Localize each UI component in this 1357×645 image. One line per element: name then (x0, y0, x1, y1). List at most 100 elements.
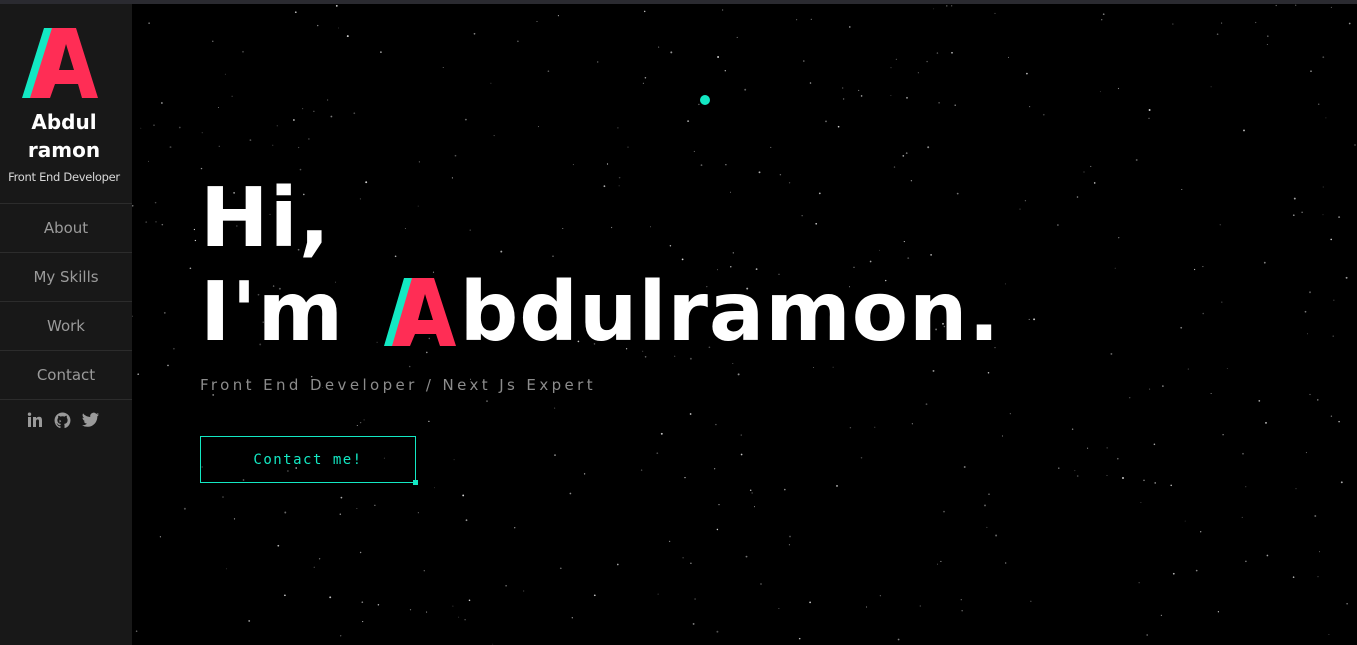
contact-me-button[interactable]: Contact me! (200, 436, 418, 485)
nav-item-my-skills[interactable]: My Skills (0, 252, 132, 301)
star (486, 400, 488, 402)
star (426, 611, 428, 613)
star (627, 146, 629, 148)
star (362, 621, 364, 623)
star (858, 89, 860, 91)
hero-tagline: Front End Developer / Next Js Expert (200, 376, 596, 394)
star (860, 457, 863, 459)
star (668, 540, 671, 543)
star (1314, 515, 1317, 517)
logo[interactable] (18, 24, 102, 100)
star (1317, 103, 1320, 105)
star (717, 56, 720, 58)
star (687, 120, 690, 123)
star (1122, 477, 1124, 479)
star (1330, 415, 1333, 417)
brand-name: Abdul ramon (27, 110, 101, 162)
star (1275, 4, 1277, 7)
star (660, 432, 663, 435)
star (866, 606, 868, 608)
star (658, 46, 660, 48)
star (984, 504, 986, 507)
star (1202, 266, 1204, 268)
star (905, 152, 908, 154)
star (1005, 562, 1007, 564)
star (770, 146, 772, 148)
star (832, 366, 834, 368)
star (893, 166, 896, 168)
star (353, 112, 356, 115)
star (224, 73, 226, 75)
star (836, 484, 838, 487)
star (318, 558, 321, 560)
star (1333, 299, 1335, 301)
star (745, 555, 748, 558)
star (803, 60, 805, 62)
star (462, 494, 465, 497)
star (442, 67, 444, 68)
star (302, 108, 304, 110)
star (327, 99, 329, 101)
twitter-icon[interactable] (82, 412, 99, 429)
star (1172, 572, 1175, 575)
linkedin-icon[interactable] (27, 412, 43, 429)
star (749, 489, 752, 491)
star (642, 82, 644, 84)
star (1026, 72, 1028, 75)
star (163, 312, 166, 314)
star (1110, 352, 1113, 355)
star (1267, 35, 1269, 37)
star (722, 9, 724, 11)
star (272, 144, 274, 146)
star (293, 119, 295, 121)
star (249, 139, 252, 141)
sidebar: Abdul ramon Front End Developer About My… (0, 4, 132, 645)
star (1076, 196, 1079, 198)
star (194, 239, 197, 242)
star (732, 363, 734, 364)
star (798, 637, 801, 640)
nav-item-contact[interactable]: Contact (0, 350, 132, 400)
star (724, 70, 726, 72)
star (740, 453, 743, 456)
star (340, 635, 342, 637)
star (183, 507, 186, 510)
star (212, 393, 215, 396)
star (1143, 479, 1145, 482)
star (339, 513, 342, 515)
nav-item-about[interactable]: About (0, 203, 132, 252)
star (308, 138, 310, 140)
hero-initial-a (383, 278, 456, 346)
star (1322, 186, 1324, 188)
star (1301, 211, 1303, 213)
star (284, 511, 287, 514)
star (936, 563, 939, 565)
nav-item-work[interactable]: Work (0, 301, 132, 350)
star (418, 161, 421, 163)
star (1033, 318, 1036, 321)
star (1263, 261, 1266, 264)
star (1181, 189, 1183, 191)
star (657, 593, 659, 595)
star (682, 557, 684, 559)
star (360, 422, 362, 424)
star (1117, 87, 1120, 90)
star (294, 11, 297, 14)
star (346, 35, 349, 38)
star (454, 154, 457, 157)
star (1330, 238, 1333, 241)
star (778, 608, 780, 609)
contact-me-label: Contact me! (253, 451, 363, 468)
star (1090, 165, 1092, 167)
star (837, 125, 840, 128)
star (464, 118, 467, 121)
star (700, 164, 703, 166)
star (640, 469, 643, 471)
star (995, 534, 998, 537)
star (751, 492, 753, 494)
github-icon[interactable] (54, 412, 71, 429)
star (1004, 283, 1007, 285)
star (1295, 4, 1297, 6)
star (359, 551, 362, 554)
star (1057, 224, 1059, 226)
